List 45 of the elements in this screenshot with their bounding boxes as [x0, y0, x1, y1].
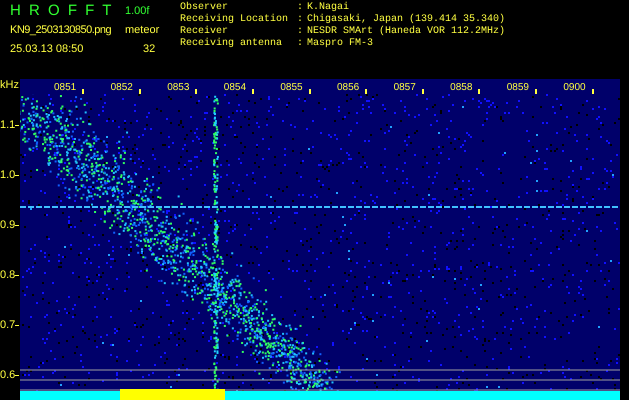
axis-unit: kHz	[0, 79, 20, 91]
info-value: K.Nagai	[307, 2, 350, 14]
axis-label: 1.1	[0, 119, 16, 131]
info-value: Chigasaki, Japan (139.414 35.340)	[307, 14, 506, 26]
time-label: 0853	[167, 82, 190, 94]
axis-label: 0.7	[0, 319, 16, 331]
filename-label: KN9_2503130850.png	[10, 23, 112, 38]
time-tick	[252, 89, 254, 94]
info-separator: :	[297, 38, 304, 50]
axis-label: 0.9	[0, 219, 16, 231]
time-label: 0851	[54, 82, 76, 94]
time-tick	[308, 89, 311, 94]
time-label: 0900	[563, 82, 586, 94]
mode-label: meteor	[125, 23, 160, 38]
info-label: Receiving Location	[180, 14, 290, 26]
info-separator: :	[297, 2, 304, 14]
time-tick	[82, 89, 84, 94]
info-separator: :	[297, 14, 304, 26]
version-label: 1.00f	[125, 4, 150, 19]
info-label: Receiving antenna	[180, 38, 284, 50]
time-label: 0859	[506, 82, 529, 94]
time-label: 0856	[336, 82, 360, 94]
time-label: 0852	[110, 82, 133, 94]
info-label: Receiver	[180, 26, 230, 38]
datetime-label: 25.03.13 08:50	[10, 42, 84, 57]
info-separator: :	[297, 26, 304, 38]
time-tick	[478, 89, 480, 94]
info-label: Observer	[180, 2, 230, 14]
time-tick	[592, 89, 594, 94]
time-tick	[422, 89, 424, 94]
time-label: 0855	[280, 82, 303, 94]
info-value: NESDR SMArt (Haneda VOR 112.2MHz)	[307, 26, 506, 38]
time-tick	[138, 89, 141, 94]
time-label: 0857	[394, 82, 416, 94]
time-label: 0858	[450, 82, 472, 94]
axis-label: 0.8	[0, 269, 16, 281]
axis-label: 0.6	[0, 369, 16, 381]
app-title: H R O F F T	[10, 2, 114, 20]
info-value: Maspro FM-3	[307, 38, 374, 50]
axis-label: 1.0	[0, 169, 16, 181]
time-tick	[195, 89, 198, 94]
time-tick	[365, 89, 368, 94]
count-label: 32	[142, 42, 156, 57]
time-label: 0854	[224, 82, 246, 94]
time-tick	[535, 89, 537, 94]
